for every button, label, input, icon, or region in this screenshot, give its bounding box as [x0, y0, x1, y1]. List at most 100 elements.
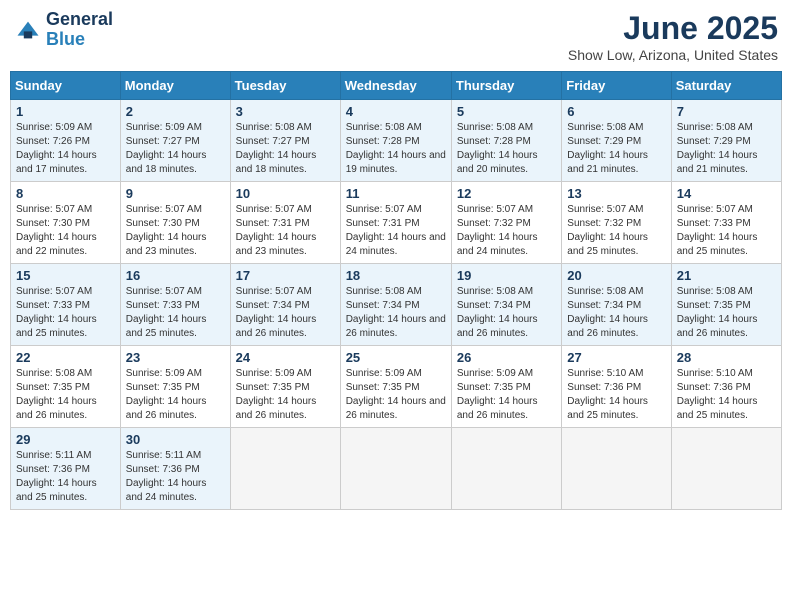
weekday-header-friday: Friday [562, 72, 671, 100]
day-info: Sunrise: 5:07 AMSunset: 7:32 PMDaylight:… [457, 203, 556, 259]
day-info: Sunrise: 5:08 AMSunset: 7:35 PMDaylight:… [16, 367, 115, 423]
day-info: Sunrise: 5:07 AMSunset: 7:34 PMDaylight:… [236, 285, 335, 341]
logo-text: General Blue [46, 10, 113, 50]
day-number: 19 [457, 268, 556, 283]
title-area: June 2025 Show Low, Arizona, United Stat… [568, 10, 778, 63]
day-info: Sunrise: 5:07 AMSunset: 7:32 PMDaylight:… [567, 203, 665, 259]
day-info: Sunrise: 5:08 AMSunset: 7:34 PMDaylight:… [567, 285, 665, 341]
day-info: Sunrise: 5:07 AMSunset: 7:33 PMDaylight:… [126, 285, 225, 341]
day-number: 20 [567, 268, 665, 283]
calendar-cell: 9 Sunrise: 5:07 AMSunset: 7:30 PMDaylight… [120, 182, 230, 264]
weekday-header-wednesday: Wednesday [340, 72, 451, 100]
calendar-cell [230, 428, 340, 510]
weekday-header-sunday: Sunday [11, 72, 121, 100]
day-number: 10 [236, 186, 335, 201]
calendar-cell: 7Sunrise: 5:08 AMSunset: 7:29 PMDaylight… [671, 100, 781, 182]
month-title: June 2025 [568, 10, 778, 47]
day-info: Sunrise: 5:07 AMSunset: 7:31 PMDaylight:… [346, 203, 446, 259]
calendar-cell: 8 Sunrise: 5:07 AMSunset: 7:30 PMDaylight… [11, 182, 121, 264]
day-info: Sunrise: 5:08 AMSunset: 7:34 PMDaylight:… [346, 285, 446, 341]
calendar-cell: 10 Sunrise: 5:07 AMSunset: 7:31 PMDayligh… [230, 182, 340, 264]
calendar-cell: 26 Sunrise: 5:09 AMSunset: 7:35 PMDayligh… [451, 346, 561, 428]
day-number: 4 [346, 104, 446, 119]
day-number: 17 [236, 268, 335, 283]
day-number: 29 [16, 432, 115, 447]
day-number: 8 [16, 186, 115, 201]
day-info: Sunrise: 5:09 AMSunset: 7:35 PMDaylight:… [236, 367, 335, 423]
calendar-cell: 25Sunrise: 5:09 AMSunset: 7:35 PMDayligh… [340, 346, 451, 428]
calendar-week-row: 29 Sunrise: 5:11 AMSunset: 7:36 PMDayligh… [11, 428, 782, 510]
calendar-cell: 5Sunrise: 5:08 AMSunset: 7:28 PMDaylight… [451, 100, 561, 182]
calendar-cell [562, 428, 671, 510]
day-info: Sunrise: 5:07 AMSunset: 7:33 PMDaylight:… [16, 285, 115, 341]
day-info: Sunrise: 5:08 AMSunset: 7:35 PMDaylight:… [677, 285, 776, 341]
day-number: 22 [16, 350, 115, 365]
day-info: Sunrise: 5:09 AMSunset: 7:35 PMDaylight:… [126, 367, 225, 423]
day-info: Sunrise: 5:08 AMSunset: 7:27 PMDaylight:… [236, 121, 335, 177]
day-number: 14 [677, 186, 776, 201]
day-number: 21 [677, 268, 776, 283]
day-info: Sunrise: 5:11 AMSunset: 7:36 PMDaylight:… [126, 449, 225, 505]
day-number: 2 [126, 104, 225, 119]
day-info: Sunrise: 5:09 AMSunset: 7:27 PMDaylight:… [126, 121, 225, 177]
day-number: 6 [567, 104, 665, 119]
calendar-cell: 1Sunrise: 5:09 AMSunset: 7:26 PMDaylight… [11, 100, 121, 182]
day-info: Sunrise: 5:08 AMSunset: 7:28 PMDaylight:… [346, 121, 446, 177]
day-number: 15 [16, 268, 115, 283]
day-info: Sunrise: 5:07 AMSunset: 7:33 PMDaylight:… [677, 203, 776, 259]
weekday-header-tuesday: Tuesday [230, 72, 340, 100]
day-info: Sunrise: 5:10 AMSunset: 7:36 PMDaylight:… [677, 367, 776, 423]
calendar-cell: 17 Sunrise: 5:07 AMSunset: 7:34 PMDayligh… [230, 264, 340, 346]
day-number: 25 [346, 350, 446, 365]
calendar-cell: 23 Sunrise: 5:09 AMSunset: 7:35 PMDayligh… [120, 346, 230, 428]
logo: General Blue [14, 10, 113, 50]
calendar-week-row: 8 Sunrise: 5:07 AMSunset: 7:30 PMDaylight… [11, 182, 782, 264]
day-info: Sunrise: 5:11 AMSunset: 7:36 PMDaylight:… [16, 449, 115, 505]
calendar-cell: 16 Sunrise: 5:07 AMSunset: 7:33 PMDayligh… [120, 264, 230, 346]
calendar-cell: 12 Sunrise: 5:07 AMSunset: 7:32 PMDayligh… [451, 182, 561, 264]
day-info: Sunrise: 5:07 AMSunset: 7:31 PMDaylight:… [236, 203, 335, 259]
day-number: 12 [457, 186, 556, 201]
day-number: 13 [567, 186, 665, 201]
calendar-cell: 6Sunrise: 5:08 AMSunset: 7:29 PMDaylight… [562, 100, 671, 182]
calendar-cell: 22 Sunrise: 5:08 AMSunset: 7:35 PMDayligh… [11, 346, 121, 428]
weekday-header-thursday: Thursday [451, 72, 561, 100]
calendar-cell [451, 428, 561, 510]
location-title: Show Low, Arizona, United States [568, 47, 778, 63]
day-info: Sunrise: 5:10 AMSunset: 7:36 PMDaylight:… [567, 367, 665, 423]
calendar-week-row: 15 Sunrise: 5:07 AMSunset: 7:33 PMDayligh… [11, 264, 782, 346]
day-number: 5 [457, 104, 556, 119]
calendar-cell [671, 428, 781, 510]
calendar-cell: 3 Sunrise: 5:08 AMSunset: 7:27 PMDaylight… [230, 100, 340, 182]
calendar-cell: 19Sunrise: 5:08 AMSunset: 7:34 PMDayligh… [451, 264, 561, 346]
day-info: Sunrise: 5:09 AMSunset: 7:35 PMDaylight:… [457, 367, 556, 423]
weekday-header-row: SundayMondayTuesdayWednesdayThursdayFrid… [11, 72, 782, 100]
day-number: 9 [126, 186, 225, 201]
day-number: 24 [236, 350, 335, 365]
calendar-cell: 15 Sunrise: 5:07 AMSunset: 7:33 PMDayligh… [11, 264, 121, 346]
calendar-week-row: 22 Sunrise: 5:08 AMSunset: 7:35 PMDayligh… [11, 346, 782, 428]
calendar-cell: 28Sunrise: 5:10 AMSunset: 7:36 PMDayligh… [671, 346, 781, 428]
day-info: Sunrise: 5:07 AMSunset: 7:30 PMDaylight:… [126, 203, 225, 259]
day-number: 1 [16, 104, 115, 119]
calendar-cell: 29 Sunrise: 5:11 AMSunset: 7:36 PMDayligh… [11, 428, 121, 510]
day-number: 30 [126, 432, 225, 447]
calendar: SundayMondayTuesdayWednesdayThursdayFrid… [10, 71, 782, 510]
day-number: 26 [457, 350, 556, 365]
day-number: 23 [126, 350, 225, 365]
calendar-cell: 30 Sunrise: 5:11 AMSunset: 7:36 PMDayligh… [120, 428, 230, 510]
day-info: Sunrise: 5:08 AMSunset: 7:29 PMDaylight:… [677, 121, 776, 177]
calendar-cell: 20 Sunrise: 5:08 AMSunset: 7:34 PMDayligh… [562, 264, 671, 346]
calendar-cell: 13 Sunrise: 5:07 AMSunset: 7:32 PMDayligh… [562, 182, 671, 264]
day-info: Sunrise: 5:07 AMSunset: 7:30 PMDaylight:… [16, 203, 115, 259]
day-number: 27 [567, 350, 665, 365]
calendar-cell: 11 Sunrise: 5:07 AMSunset: 7:31 PMDayligh… [340, 182, 451, 264]
day-number: 3 [236, 104, 335, 119]
calendar-cell: 21 Sunrise: 5:08 AMSunset: 7:35 PMDayligh… [671, 264, 781, 346]
day-number: 11 [346, 186, 446, 201]
day-number: 18 [346, 268, 446, 283]
calendar-cell: 2 Sunrise: 5:09 AMSunset: 7:27 PMDaylight… [120, 100, 230, 182]
calendar-cell: 4 Sunrise: 5:08 AMSunset: 7:28 PMDaylight… [340, 100, 451, 182]
day-number: 16 [126, 268, 225, 283]
weekday-header-saturday: Saturday [671, 72, 781, 100]
